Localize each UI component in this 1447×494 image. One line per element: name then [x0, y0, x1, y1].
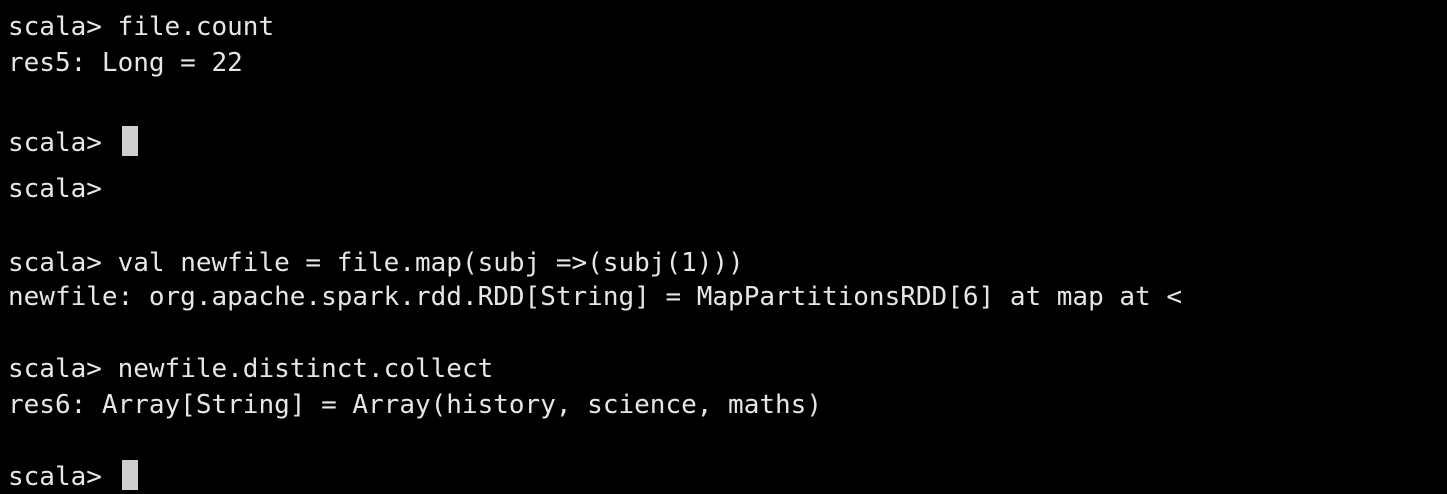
command-text: val newfile = file.map(subj =>(subj(1))) — [117, 248, 744, 278]
prompt: scala> — [8, 12, 118, 42]
terminal-window[interactable]: scala> file.count res5: Long = 22 scala>… — [0, 0, 1447, 494]
terminal-line: scala> — [8, 172, 118, 206]
terminal-line: newfile: org.apache.spark.rdd.RDD[String… — [8, 280, 1182, 314]
prompt: scala> — [8, 462, 118, 492]
prompt: scala> — [8, 128, 118, 158]
prompt: scala> — [8, 354, 118, 384]
terminal-line: scala> — [8, 460, 138, 494]
terminal-line: res6: Array[String] = Array(history, sci… — [8, 388, 822, 422]
prompt: scala> — [8, 174, 118, 204]
cursor — [121, 460, 138, 490]
terminal-line: scala> file.count — [8, 10, 274, 44]
output-text: res5: Long = 22 — [8, 48, 243, 78]
output-text: res6: Array[String] = Array(history, sci… — [8, 390, 822, 420]
terminal-line: scala> newfile.distinct.collect — [8, 352, 493, 386]
terminal-line: scala> val newfile = file.map(subj =>(su… — [8, 246, 744, 280]
prompt: scala> — [8, 248, 118, 278]
command-text: newfile.distinct.collect — [117, 354, 494, 384]
terminal-line: scala> — [8, 126, 138, 160]
terminal-line: res5: Long = 22 — [8, 46, 243, 80]
output-text: newfile: org.apache.spark.rdd.RDD[String… — [8, 282, 1182, 312]
command-text: file.count — [117, 12, 275, 42]
cursor — [121, 126, 138, 156]
